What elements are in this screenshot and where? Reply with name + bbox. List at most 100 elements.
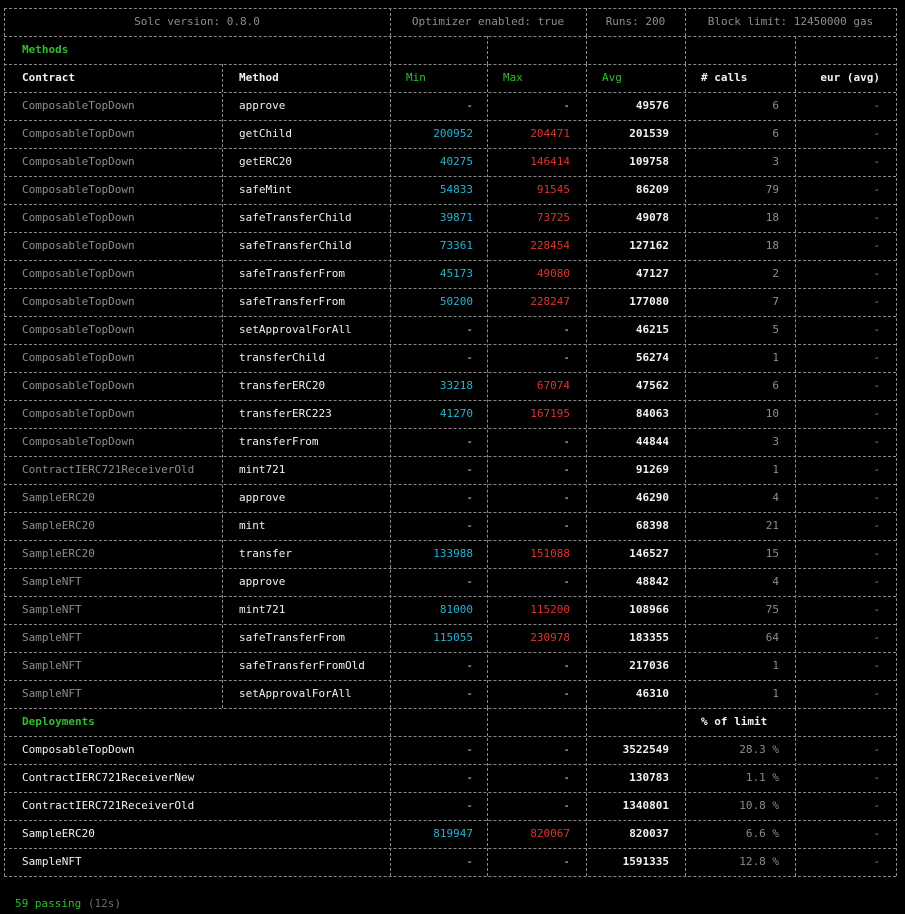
cell-method: safeTransferFromOld [239,659,365,672]
cell-eur: - [873,323,880,336]
cell-eur: - [873,127,880,140]
row-divider [4,512,896,513]
column-divider [586,64,587,708]
deployments-title: Deployments [22,715,95,728]
cell-max: 49080 [536,267,570,280]
row-divider [4,204,896,205]
cell-eur: - [873,855,880,868]
column-divider [586,36,587,64]
cell-eur: - [873,183,880,196]
cell-calls: 3 [772,435,779,448]
test-duration: (12s) [87,897,121,910]
column-divider [222,64,223,708]
cell-max: - [563,435,570,448]
cell-min: - [466,351,473,364]
cell-method: getChild [239,127,292,140]
row-divider [4,792,896,793]
row-divider [4,232,896,233]
cell-contract: ComposableTopDown [22,435,135,448]
cell-eur: - [873,575,880,588]
cell-min: - [466,659,473,672]
cell-method: safeTransferFrom [239,267,345,280]
cell-max: - [563,659,570,672]
cell-contract: ComposableTopDown [22,407,135,420]
cell-max: 115200 [530,603,570,616]
cell-avg: 49078 [635,211,669,224]
cell-avg: 68398 [635,519,669,532]
cell-avg: 146527 [629,547,669,560]
cell-max: - [563,519,570,532]
cell-max: 146414 [530,155,570,168]
cell-limit: 12.8 % [739,855,779,868]
cell-calls: 4 [772,491,779,504]
cell-calls: 1 [772,659,779,672]
row-divider [4,400,896,401]
column-divider [390,708,391,876]
method-row: ComposableTopDown safeTransferChild 73361 2… [0,232,905,260]
cell-calls: 2 [772,267,779,280]
method-row: ComposableTopDown safeMint 54833 91545 86209… [0,176,905,204]
cell-avg: 46290 [635,491,669,504]
method-row: ComposableTopDown transferERC20 33218 67074… [0,372,905,400]
method-row: SampleERC20 approve - - 46290 4 - [0,484,905,512]
cell-eur: - [873,631,880,644]
method-row: ComposableTopDown getChild 200952 204471 201… [0,120,905,148]
cell-contract: SampleNFT [22,659,82,672]
cell-method: safeMint [239,183,292,196]
row-divider [4,568,896,569]
cell-avg: 49576 [635,99,669,112]
row-divider [4,876,896,877]
deployment-row: ContractIERC721ReceiverOld - -1340801 10.8 … [0,792,905,820]
row-divider [4,120,896,121]
solc-version: Solc version: 0.8.0 [134,15,260,28]
cell-min: 39871 [439,211,473,224]
cell-max: 151088 [530,547,570,560]
row-divider [4,820,896,821]
cell-avg: 217036 [629,659,669,672]
column-divider [685,36,686,64]
cell-method: getERC20 [239,155,292,168]
row-divider [4,36,896,37]
row-divider [4,260,896,261]
cell-max: - [563,575,570,588]
cell-max: 228454 [530,239,570,252]
column-header-max: Max [503,71,523,84]
cell-contract: ComposableTopDown [22,323,135,336]
method-row: SampleNFT safeTransferFrom 115055 230978 183… [0,624,905,652]
cell-min: 33218 [439,379,473,392]
cell-min: 133988 [433,547,473,560]
deployment-row: SampleERC20 819947 820067 820037 6.6 % - [0,820,905,848]
cell-max: 230978 [530,631,570,644]
row-divider [4,540,896,541]
method-row: SampleERC20 transfer 133988 151088 146527 15 - [0,540,905,568]
column-divider [795,64,796,708]
cell-method: mint [239,519,266,532]
cell-eur: - [873,99,880,112]
cell-avg: 47127 [635,267,669,280]
limit-header: % of limit [701,715,768,728]
cell-contract: ComposableTopDown [22,155,135,168]
methods-column-header: Contract Method Min Max Avg # calls eur (avg) [0,64,905,92]
cell-calls: 18 [765,211,779,224]
cell-min: - [466,771,473,784]
cell-eur: - [873,743,880,756]
cell-min: 54833 [439,183,473,196]
cell-avg: 1591335 [622,855,669,868]
cell-min: - [466,323,473,336]
row-divider [4,456,896,457]
cell-min: - [466,575,473,588]
cell-calls: 1 [772,687,779,700]
cell-min: 115055 [433,631,473,644]
cell-min: 50200 [439,295,473,308]
column-header-min: Min [406,71,426,84]
method-row: ComposableTopDown transferERC223 41270 1671… [0,400,905,428]
row-divider [4,8,896,9]
cell-contract: SampleNFT [22,687,82,700]
cell-avg: 109758 [629,155,669,168]
cell-min: - [466,799,473,812]
method-row: ComposableTopDown transferChild - - 56274 1 - [0,344,905,372]
cell-contract: ComposableTopDown [22,351,135,364]
cell-method: transferFrom [239,435,319,448]
cell-avg: 127162 [629,239,669,252]
methods-title: Methods [22,43,69,56]
